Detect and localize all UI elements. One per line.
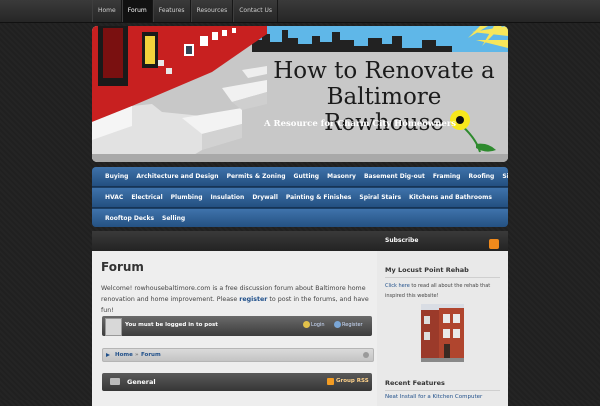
category-menu: Buying Architecture and Design Permits &…: [92, 167, 508, 227]
category-architecture-design[interactable]: Architecture and Design: [132, 167, 222, 186]
nav-contact-us[interactable]: Contact Us: [233, 0, 278, 22]
site-tagline: A Resource for Charm City Homeowners: [264, 119, 457, 129]
category-kitchens-bathrooms[interactable]: Kitchens and Bathrooms: [405, 188, 496, 207]
category-roofing[interactable]: Roofing: [464, 167, 498, 186]
category-rooftop-decks[interactable]: Rooftop Decks: [92, 209, 158, 227]
category-plumbing[interactable]: Plumbing: [167, 188, 207, 207]
rss-icon: [327, 378, 334, 385]
sidebar-header-bar: Subscribe: [377, 231, 508, 251]
category-painting-finishes[interactable]: Painting & Finishes: [282, 188, 355, 207]
category-masonry[interactable]: Masonry: [323, 167, 360, 186]
top-navigation: Home Forum Features Resources Contact Us: [0, 0, 600, 23]
category-gutting[interactable]: Gutting: [290, 167, 324, 186]
breadcrumb-arrow-icon: [106, 353, 110, 357]
category-row-1: Buying Architecture and Design Permits &…: [92, 167, 508, 187]
breadcrumb-home[interactable]: Home: [115, 349, 133, 361]
register-link[interactable]: register: [239, 296, 267, 303]
content-header-bar: [92, 231, 377, 251]
recent-feature-link[interactable]: Neat Install for a Kitchen Computer: [385, 394, 482, 400]
forum-intro: Welcome! rowhousebaltimore.com is a free…: [101, 283, 371, 316]
category-drywall[interactable]: Drywall: [248, 188, 282, 207]
category-permits-zoning[interactable]: Permits & Zoning: [223, 167, 290, 186]
category-buying[interactable]: Buying: [92, 167, 132, 186]
breadcrumb-separator: »: [135, 352, 139, 358]
site-banner[interactable]: How to Renovate a Baltimore Rowhouse A R…: [92, 26, 508, 162]
category-basement-dig-out[interactable]: Basement Dig-out: [360, 167, 429, 186]
top-nav-list: Home Forum Features Resources Contact Us: [0, 0, 600, 22]
user-add-icon: [334, 321, 341, 328]
collapse-icon[interactable]: [363, 352, 369, 358]
nav-features[interactable]: Features: [152, 0, 191, 22]
category-hvac[interactable]: HVAC: [92, 188, 127, 207]
sidebar: Subscribe My Locust Point Rehab Click he…: [377, 231, 508, 406]
forum-group-header: General Group RSS: [102, 373, 372, 391]
widget-divider-2: [385, 390, 500, 391]
breadcrumb-forum[interactable]: Forum: [141, 349, 161, 361]
widget-text-rehab: Click here to read all about the rehab t…: [385, 281, 503, 301]
group-rss-link[interactable]: Group RSS: [336, 378, 369, 384]
category-electrical[interactable]: Electrical: [127, 188, 166, 207]
rowhouse-photo[interactable]: [421, 304, 464, 362]
nav-forum[interactable]: Forum: [121, 0, 153, 22]
forum-group-icon: [110, 378, 120, 385]
nav-home[interactable]: Home: [92, 0, 122, 22]
category-selling[interactable]: Selling: [158, 209, 189, 227]
breadcrumb: Home » Forum: [102, 348, 374, 362]
click-here-link[interactable]: Click here: [385, 283, 410, 289]
nav-resources[interactable]: Resources: [190, 0, 234, 22]
category-framing[interactable]: Framing: [429, 167, 465, 186]
subscribe-label: Subscribe: [385, 237, 419, 244]
guest-avatar-icon: [105, 318, 122, 336]
page-title: Forum: [101, 260, 144, 274]
category-siding[interactable]: Siding: [498, 167, 508, 186]
login-notice-bar: You must be logged in to post Login Regi…: [102, 316, 372, 336]
login-notice: You must be logged in to post: [125, 322, 218, 328]
forum-group-title[interactable]: General: [127, 378, 156, 386]
widget-title-recent-features: Recent Features: [385, 379, 445, 387]
main-content: Forum Welcome! rowhousebaltimore.com is …: [92, 231, 377, 406]
site-title-line-1: How to Renovate a: [273, 58, 495, 84]
key-icon: [303, 321, 310, 328]
category-spiral-stairs[interactable]: Spiral Stairs: [355, 188, 405, 207]
register-link-bar[interactable]: Register: [342, 322, 363, 328]
widget-divider: [385, 277, 500, 278]
category-row-2: HVAC Electrical Plumbing Insulation Dryw…: [92, 188, 508, 208]
widget-title-rehab: My Locust Point Rehab: [385, 266, 469, 274]
rss-feed-icon[interactable]: [489, 239, 499, 249]
category-insulation[interactable]: Insulation: [207, 188, 249, 207]
category-row-3: Rooftop Decks Selling: [92, 209, 508, 227]
login-link[interactable]: Login: [311, 322, 325, 328]
